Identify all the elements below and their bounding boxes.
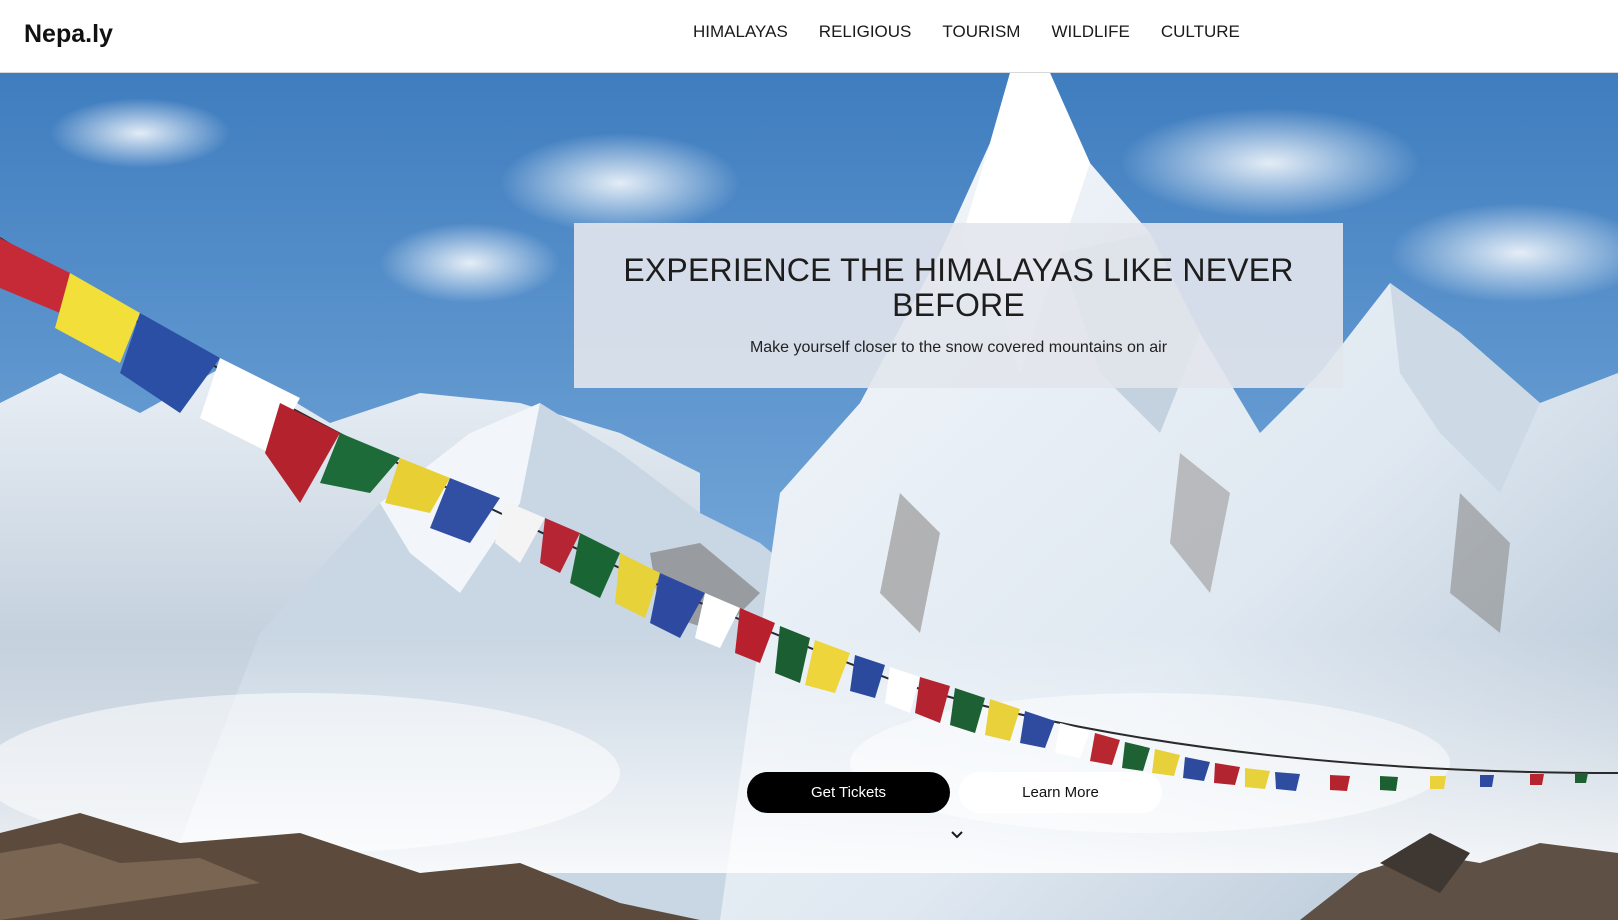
- hero-title: EXPERIENCE THE HIMALAYAS LIKE NEVER BEFO…: [623, 252, 1294, 323]
- hero-subtitle: Make yourself closer to the snow covered…: [749, 339, 1168, 356]
- nav-religious[interactable]: RELIGIOUS: [819, 21, 912, 42]
- learn-more-button[interactable]: Learn More: [959, 772, 1162, 813]
- nav-tourism[interactable]: TOURISM: [942, 21, 1020, 42]
- nav-himalayas[interactable]: HIMALAYAS: [693, 21, 788, 42]
- nav-culture[interactable]: CULTURE: [1161, 21, 1240, 42]
- nav-wildlife[interactable]: WILDLIFE: [1051, 21, 1129, 42]
- hero-section: EXPERIENCE THE HIMALAYAS LIKE NEVER BEFO…: [0, 73, 1618, 920]
- cta-buttons: Get Tickets Learn More: [747, 772, 1162, 813]
- headline-panel: EXPERIENCE THE HIMALAYAS LIKE NEVER BEFO…: [574, 223, 1343, 388]
- main-nav: HIMALAYAS RELIGIOUS TOURISM WILDLIFE CUL…: [693, 21, 1271, 42]
- brand-logo[interactable]: Nepa.ly: [24, 20, 113, 49]
- chevron-down-icon[interactable]: [950, 830, 964, 840]
- get-tickets-button[interactable]: Get Tickets: [747, 772, 950, 813]
- top-navbar: Nepa.ly HIMALAYAS RELIGIOUS TOURISM WILD…: [0, 0, 1618, 73]
